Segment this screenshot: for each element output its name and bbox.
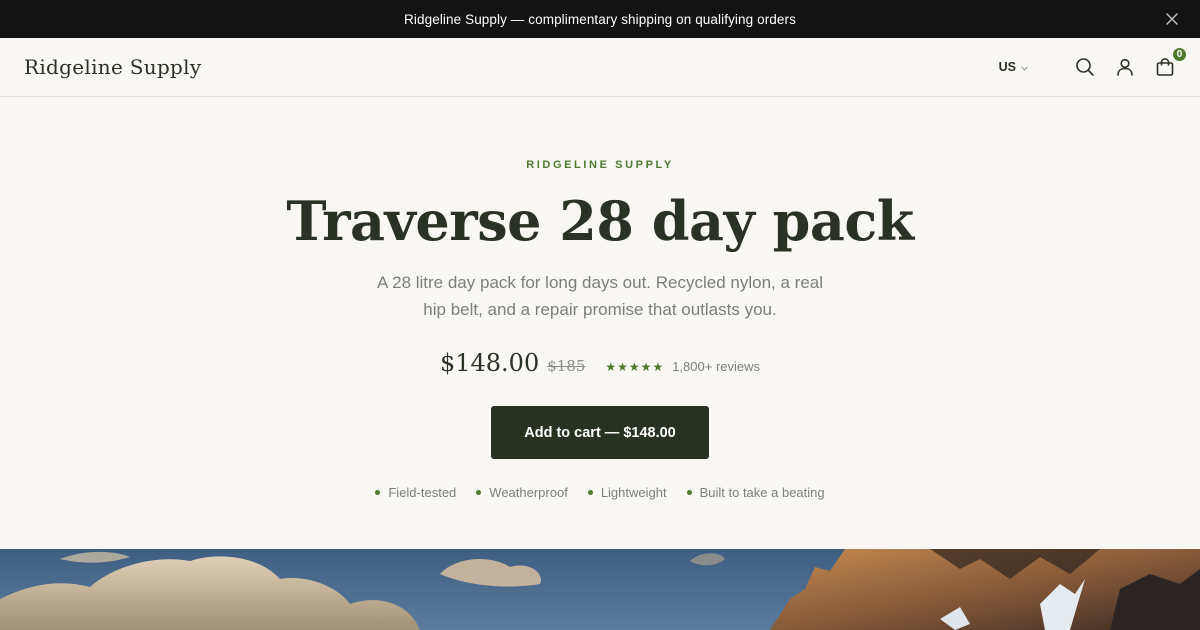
product-description: A 28 litre day pack for long days out. R… <box>376 273 824 319</box>
bullet-icon <box>476 490 482 495</box>
compare-price: $185 <box>547 357 586 375</box>
brand-eyebrow: RIDGELINE SUPPLY <box>526 159 674 171</box>
feature-label: Built to take a beating <box>699 485 825 500</box>
review-count[interactable]: 1,800+ reviews <box>672 359 760 374</box>
close-icon[interactable] <box>1164 11 1180 27</box>
hero-landscape-image <box>0 549 1200 630</box>
cart-count-badge: 0 <box>1171 46 1188 63</box>
bullet-icon <box>375 490 381 495</box>
announcement-bar: Ridgeline Supply — complimentary shippin… <box>0 0 1200 38</box>
feature-item: Weatherproof <box>476 485 568 500</box>
account-icon[interactable] <box>1114 56 1136 78</box>
feature-item: Field-tested <box>375 485 456 500</box>
currency-selector[interactable]: US <box>999 60 1028 74</box>
announcement-text: Ridgeline Supply — complimentary shippin… <box>404 11 796 27</box>
currency-label: US <box>998 60 1016 74</box>
rating-stars: ★★★★★ <box>605 360 665 374</box>
feature-label: Lightweight <box>600 485 667 500</box>
feature-list: Field-tested Weatherproof Lightweight Bu… <box>0 485 1200 500</box>
feature-item: Lightweight <box>587 485 667 500</box>
feature-label: Field-tested <box>388 485 457 500</box>
search-icon[interactable] <box>1074 56 1096 78</box>
store-logo[interactable]: Ridgeline Supply <box>24 55 201 79</box>
add-to-cart-button[interactable]: Add to cart — $148.00 <box>491 406 709 459</box>
product-title: Traverse 28 day pack <box>286 189 914 253</box>
feature-item: Built to take a beating <box>686 485 825 500</box>
chevron-down-icon <box>1021 60 1028 74</box>
feature-label: Weatherproof <box>489 485 568 500</box>
header-actions: US 0 <box>999 46 1188 78</box>
bullet-icon <box>587 490 593 495</box>
product-hero: RIDGELINE SUPPLY Traverse 28 day pack A … <box>0 97 1200 549</box>
cart-icon[interactable]: 0 <box>1154 46 1188 78</box>
sale-price: $148.00 <box>439 349 540 377</box>
site-header: Ridgeline Supply US 0 <box>0 38 1200 97</box>
bullet-icon <box>686 490 692 495</box>
price-row: $148.00 $185 ★★★★★ 1,800+ reviews <box>0 349 1200 377</box>
